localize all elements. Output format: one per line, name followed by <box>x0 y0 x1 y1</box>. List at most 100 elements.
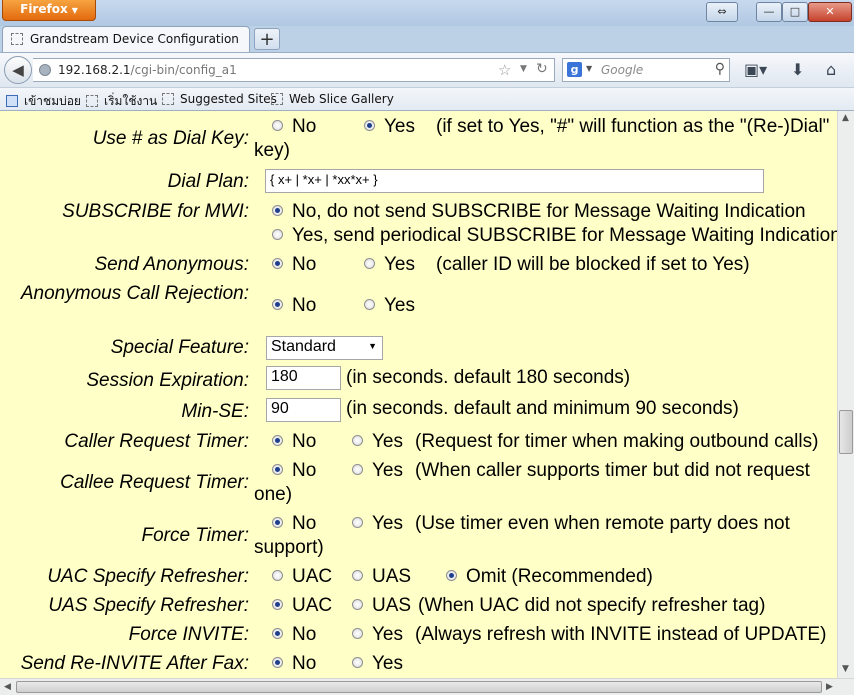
radio-icon <box>364 258 375 269</box>
label-caller-timer: Caller Request Timer: <box>64 431 249 452</box>
bookmark-star-icon[interactable]: ☆ <box>498 61 511 79</box>
search-bar[interactable]: g ▼ Google ⚲ <box>562 58 730 82</box>
horizontal-scrollbar[interactable]: ◀ ▶ <box>0 678 854 695</box>
option-label: UAS <box>372 566 412 587</box>
restore-size-button[interactable]: ⇔ <box>706 2 738 22</box>
scroll-up-icon[interactable]: ▲ <box>842 113 849 123</box>
label-force-timer: Force Timer: <box>141 525 249 546</box>
radio-force-invite-no[interactable]: No <box>272 624 316 646</box>
scroll-left-icon[interactable]: ◀ <box>4 682 11 692</box>
radio-caller-timer-yes[interactable]: Yes <box>352 431 403 453</box>
radio-caller-timer-no[interactable]: No <box>272 431 316 453</box>
min-se-input[interactable]: 90 <box>266 398 341 422</box>
radio-selected-icon <box>272 299 283 310</box>
radio-icon <box>352 599 363 610</box>
new-tab-button[interactable]: + <box>254 28 280 50</box>
bookmark-getting-started[interactable]: เริ่มใช้งาน <box>86 92 157 111</box>
radio-reject-no[interactable]: No <box>272 295 316 317</box>
option-label: No <box>292 653 317 674</box>
page-icon <box>271 93 283 105</box>
radio-uac-refresher-omit[interactable]: Omit (Recommended) <box>446 566 653 588</box>
note-dial-key: (if set to Yes, "#" will function as the… <box>436 116 830 137</box>
radio-anon-yes[interactable]: Yes <box>364 254 415 276</box>
note-caller-timer: (Request for timer when making outbound … <box>415 431 819 452</box>
label-dial-key: Use # as Dial Key: <box>92 128 249 149</box>
close-button[interactable]: ✕ <box>808 2 852 22</box>
label-uac-refresher: UAC Specify Refresher: <box>47 566 249 587</box>
session-expiration-input[interactable]: 180 <box>266 366 341 390</box>
scroll-right-icon[interactable]: ▶ <box>826 682 833 692</box>
chevron-down-icon: ▼ <box>71 6 78 15</box>
downloads-icon[interactable]: ⬇ <box>791 60 804 79</box>
radio-dial-key-no[interactable]: No <box>272 116 316 138</box>
radio-force-invite-yes[interactable]: Yes <box>352 624 403 646</box>
bookmark-suggested-sites[interactable]: Suggested Sites <box>162 92 277 106</box>
option-label: No <box>292 295 317 316</box>
engine-dropdown-icon[interactable]: ▼ <box>586 64 592 73</box>
label-subscribe-mwi: SUBSCRIBE for MWI: <box>62 201 249 222</box>
window-titlebar: Firefox ▼ ⇔ — □ ✕ <box>0 0 854 26</box>
option-label: Yes, send periodical SUBSCRIBE for Messa… <box>292 225 837 246</box>
bookmarks-menu-icon[interactable]: ▣▾ <box>744 60 767 79</box>
chevron-down-icon: ▼ <box>368 341 377 351</box>
radio-uas-refresher-uac[interactable]: UAC <box>272 595 332 617</box>
radio-icon <box>272 229 283 240</box>
radio-callee-timer-no[interactable]: No <box>272 460 316 482</box>
radio-icon <box>352 570 363 581</box>
radio-selected-icon <box>272 464 283 475</box>
firefox-menu-button[interactable]: Firefox ▼ <box>2 0 96 21</box>
radio-reinvite-fax-no[interactable]: No <box>272 653 316 675</box>
minimize-button[interactable]: — <box>756 2 782 22</box>
history-dropdown-icon[interactable]: ▼ <box>520 64 527 74</box>
search-input[interactable]: Google <box>601 63 643 77</box>
radio-mwi-no[interactable]: No, do not send SUBSCRIBE for Message Wa… <box>272 201 806 223</box>
option-label: Yes <box>372 513 403 534</box>
radio-anon-no[interactable]: No <box>272 254 316 276</box>
select-value: Standard <box>271 338 336 355</box>
option-label: No <box>292 624 317 645</box>
maximize-button[interactable]: □ <box>782 2 808 22</box>
reload-icon[interactable]: ↻ <box>536 61 548 77</box>
bookmark-label: Web Slice Gallery <box>289 92 394 106</box>
radio-force-timer-yes[interactable]: Yes <box>352 513 403 535</box>
bookmarks-toolbar: เข้าชมบ่อย เริ่มใช้งาน Suggested Sites W… <box>0 87 854 111</box>
radio-callee-timer-yes[interactable]: Yes <box>352 460 403 482</box>
label-send-anonymous: Send Anonymous: <box>94 254 249 275</box>
label-force-invite: Force INVITE: <box>128 624 249 645</box>
special-feature-select[interactable]: Standard ▼ <box>266 336 383 360</box>
radio-icon <box>352 628 363 639</box>
radio-force-timer-no[interactable]: No <box>272 513 316 535</box>
tab-grandstream-config[interactable]: Grandstream Device Configuration <box>2 26 250 52</box>
radio-mwi-yes[interactable]: Yes, send periodical SUBSCRIBE for Messa… <box>272 225 837 247</box>
home-icon[interactable]: ⌂ <box>826 60 836 79</box>
radio-icon <box>352 657 363 668</box>
dial-plan-input[interactable]: { x+ | *x+ | *xx*x+ } <box>265 169 764 193</box>
page-content: Use # as Dial Key: No Yes (if set to Yes… <box>0 111 837 678</box>
radio-reinvite-fax-yes[interactable]: Yes <box>352 653 403 675</box>
note-force-invite: (Always refresh with INVITE instead of U… <box>415 624 827 645</box>
note-session-expiration: (in seconds. default 180 seconds) <box>346 367 631 388</box>
radio-icon <box>272 120 283 131</box>
radio-selected-icon <box>272 205 283 216</box>
search-icon[interactable]: ⚲ <box>715 61 725 77</box>
bookmark-web-slice-gallery[interactable]: Web Slice Gallery <box>271 92 394 106</box>
google-engine-icon[interactable]: g <box>567 62 582 77</box>
bookmark-most-visited[interactable]: เข้าชมบ่อย <box>6 92 81 111</box>
vertical-scroll-thumb[interactable] <box>839 410 853 454</box>
radio-reject-yes[interactable]: Yes <box>364 295 415 317</box>
scroll-down-icon[interactable]: ▼ <box>842 664 849 674</box>
horizontal-scroll-thumb[interactable] <box>16 681 822 693</box>
note-uas-refresher: (When UAC did not specify refresher tag) <box>418 595 766 616</box>
radio-uac-refresher-uac[interactable]: UAC <box>272 566 332 588</box>
page-favicon-icon <box>11 33 23 45</box>
address-bar[interactable]: 192.168.2.1/cgi-bin/config_a1 ☆ ▼ ↻ <box>33 58 555 82</box>
back-arrow-icon[interactable]: ◀ <box>4 56 32 84</box>
radio-dial-key-yes[interactable]: Yes <box>364 116 415 138</box>
radio-uas-refresher-uas[interactable]: UAS <box>352 595 411 617</box>
firefox-menu-label: Firefox <box>20 2 68 16</box>
radio-uac-refresher-uas[interactable]: UAS <box>352 566 411 588</box>
label-min-se: Min-SE: <box>181 401 249 422</box>
option-label: No <box>292 431 317 452</box>
radio-selected-icon <box>446 570 457 581</box>
vertical-scrollbar[interactable]: ▲ ▼ <box>837 111 854 678</box>
